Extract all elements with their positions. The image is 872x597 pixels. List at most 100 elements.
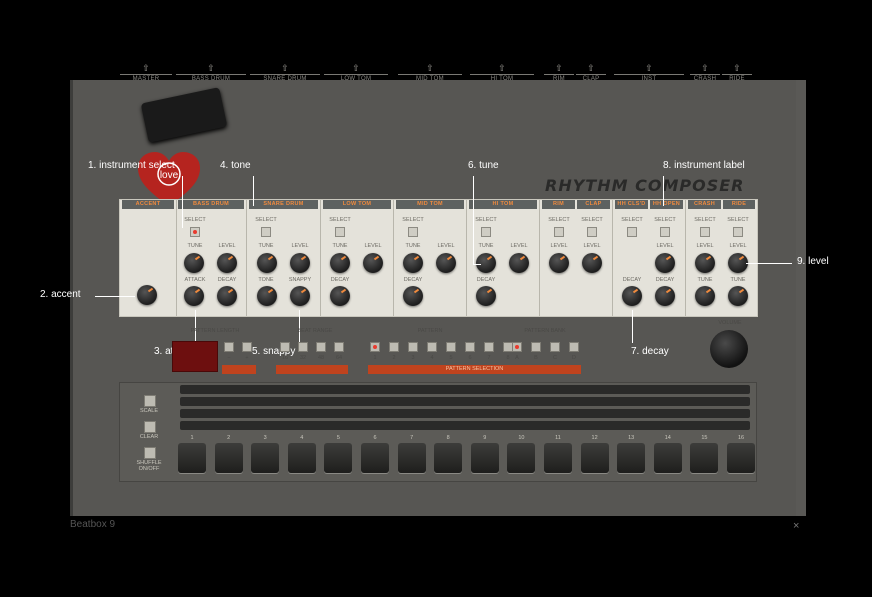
select-label: SELECT: [654, 217, 676, 223]
hi-tom-tune-knob[interactable]: [476, 253, 496, 273]
step-button[interactable]: [580, 443, 609, 473]
hh-open-decay-knob[interactable]: [655, 286, 675, 306]
decay-label: DECAY: [476, 277, 496, 283]
step-number: 6: [373, 435, 377, 441]
pattern-bank-label: PATTERN BANK: [524, 328, 566, 334]
volume-knob[interactable]: [710, 330, 748, 368]
clap-select-button[interactable]: [587, 227, 597, 237]
clap-level-knob[interactable]: [582, 253, 602, 273]
hihat-column: HH CLS'D HH OPEN SELECT SELECT LEVEL DEC…: [613, 200, 686, 316]
bass-drum-level-knob[interactable]: [217, 253, 237, 273]
pattern-button[interactable]: [370, 342, 380, 352]
rim-level-knob[interactable]: [549, 253, 569, 273]
snare-drum-select-button[interactable]: [261, 227, 271, 237]
beat-range-64-button[interactable]: [334, 342, 344, 352]
tune-label: TUNE: [187, 243, 203, 249]
hh-open-select-button[interactable]: [660, 227, 670, 237]
step-button[interactable]: [251, 443, 280, 473]
step-number: 12: [591, 435, 598, 441]
pattern-button[interactable]: [484, 342, 494, 352]
snare-drum-tune-knob[interactable]: [257, 253, 277, 273]
step-button[interactable]: [617, 443, 646, 473]
mid-tom-tune-knob[interactable]: [403, 253, 423, 273]
step-button[interactable]: [690, 443, 719, 473]
step-button[interactable]: [397, 443, 426, 473]
low-tom-tune-knob[interactable]: [330, 253, 350, 273]
pattern-bank-button[interactable]: [569, 342, 579, 352]
low-tom-decay-knob[interactable]: [330, 286, 350, 306]
step-button[interactable]: [214, 443, 243, 473]
bass-drum-attack-knob[interactable]: [184, 286, 204, 306]
sequencer-track[interactable]: [180, 421, 750, 430]
pattern-length-minus-button[interactable]: [224, 342, 234, 352]
low-tom-column: LOW TOM SELECT TUNE LEVEL DECAY: [321, 200, 394, 316]
hi-tom-select-button[interactable]: [481, 227, 491, 237]
pattern-button[interactable]: [446, 342, 456, 352]
ride-tune-knob[interactable]: [728, 286, 748, 306]
step-button[interactable]: [653, 443, 682, 473]
select-label: SELECT: [694, 217, 716, 223]
shuffle-button[interactable]: [144, 447, 156, 459]
mid-tom-select-button[interactable]: [408, 227, 418, 237]
mid-tom-decay-knob[interactable]: [403, 286, 423, 306]
step-button[interactable]: [324, 443, 353, 473]
low-tom-select-button[interactable]: [335, 227, 345, 237]
sequencer-track[interactable]: [180, 409, 750, 418]
hh-open-level-knob[interactable]: [655, 253, 675, 273]
step-button[interactable]: [361, 443, 389, 473]
crash-tune-knob[interactable]: [695, 286, 715, 306]
step-button[interactable]: [434, 443, 463, 473]
step-button[interactable]: [470, 443, 499, 473]
pattern-button[interactable]: [427, 342, 437, 352]
step-button[interactable]: [727, 443, 755, 473]
pattern-button[interactable]: [408, 342, 418, 352]
rim-select-button[interactable]: [554, 227, 564, 237]
snare-drum-tone-knob[interactable]: [257, 286, 277, 306]
crash-select-button[interactable]: [700, 227, 710, 237]
pattern-button[interactable]: [389, 342, 399, 352]
close-icon[interactable]: ×: [793, 520, 799, 532]
clear-button[interactable]: [144, 421, 156, 433]
sequencer-track[interactable]: [180, 397, 750, 406]
hh-closed-header: HH CLS'D: [615, 200, 648, 209]
decay-label: DECAY: [217, 277, 237, 283]
crash-level-knob[interactable]: [695, 253, 715, 273]
output-bass-drum: ⇧ BASS DRUM: [176, 64, 246, 82]
ride-level-knob[interactable]: [728, 253, 748, 273]
pattern-bank-button[interactable]: [550, 342, 560, 352]
accent-knob[interactable]: [137, 285, 157, 305]
scale-label: SCALE: [139, 408, 159, 414]
step-button[interactable]: [287, 443, 316, 473]
bass-drum-decay-knob[interactable]: [217, 286, 237, 306]
hi-tom-decay-knob[interactable]: [476, 286, 496, 306]
level-label: LEVEL: [583, 243, 601, 249]
step-button[interactable]: [178, 443, 206, 473]
bass-drum-select-button[interactable]: [190, 227, 200, 237]
low-tom-level-knob[interactable]: [363, 253, 383, 273]
pattern-button[interactable]: [465, 342, 475, 352]
beat-range-value: 48: [317, 355, 325, 361]
output-ride: ⇧ RIDE: [722, 64, 752, 82]
pattern-bank-button[interactable]: [512, 342, 522, 352]
pattern-length-plus-button[interactable]: [242, 342, 252, 352]
scale-button[interactable]: [144, 395, 156, 407]
beat-range-16-button[interactable]: [280, 342, 290, 352]
step-button[interactable]: [507, 443, 536, 473]
ride-select-button[interactable]: [733, 227, 743, 237]
decay-label: DECAY: [330, 277, 350, 283]
step-number: 15: [701, 435, 708, 441]
hh-closed-select-button[interactable]: [627, 227, 637, 237]
snare-drum-snappy-knob[interactable]: [290, 286, 310, 306]
beat-range-48-button[interactable]: [316, 342, 326, 352]
hh-closed-decay-knob[interactable]: [622, 286, 642, 306]
hi-tom-level-knob[interactable]: [509, 253, 529, 273]
annotation-accent: 2. accent: [40, 289, 81, 300]
step-button[interactable]: [544, 443, 572, 473]
bass-drum-tune-knob[interactable]: [184, 253, 204, 273]
sequencer-track[interactable]: [180, 385, 750, 394]
mid-tom-level-knob[interactable]: [436, 253, 456, 273]
beat-range-32-button[interactable]: [298, 342, 308, 352]
hh-open-header: HH OPEN: [650, 200, 683, 209]
snare-drum-level-knob[interactable]: [290, 253, 310, 273]
pattern-bank-button[interactable]: [531, 342, 541, 352]
